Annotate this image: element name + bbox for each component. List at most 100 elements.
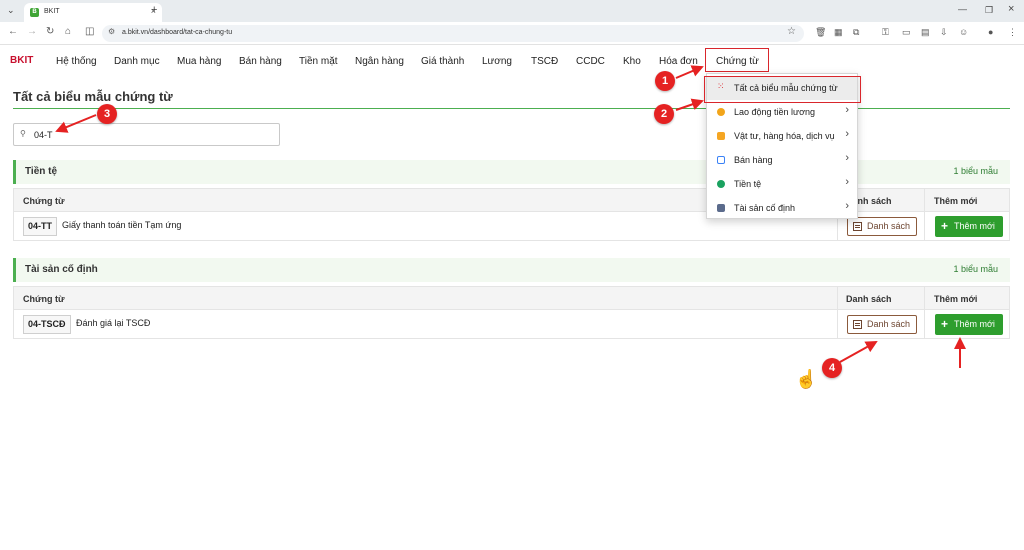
- chevron-right-icon: ›: [845, 152, 849, 164]
- reader-icon[interactable]: ▤: [921, 27, 930, 38]
- menu-item-tai-san-co-dinh[interactable]: Tài sản cố định ›: [707, 196, 857, 220]
- forward-icon[interactable]: →: [27, 26, 37, 37]
- menu-item-tien-te[interactable]: Tiền tệ ›: [707, 172, 857, 196]
- tab-search-icon[interactable]: ⌄: [7, 5, 15, 16]
- profile-icon[interactable]: ☺: [959, 27, 968, 37]
- form-name: Đánh giá lại TSCĐ: [76, 318, 151, 328]
- calendar-icon: [717, 156, 725, 164]
- arrow-4: [839, 341, 878, 363]
- chevron-right-icon: ›: [845, 176, 849, 188]
- box-icon: [717, 132, 725, 140]
- maximize-icon[interactable]: ❐: [985, 5, 993, 16]
- menu-item-lao-dong-tien-luong[interactable]: Lao động tiền lương ›: [707, 100, 857, 124]
- menu-kebab-icon[interactable]: ⋮: [1008, 27, 1017, 38]
- highlight-box-all-forms: [704, 76, 861, 103]
- list-button-label: Danh sách: [867, 221, 911, 231]
- search-icon: ⚲: [20, 129, 26, 138]
- annotation-badge-4: 4: [822, 358, 842, 378]
- close-window-icon[interactable]: ×: [1008, 3, 1014, 15]
- list-button-label: Danh sách: [867, 319, 911, 329]
- column-divider: [837, 310, 838, 338]
- search-input[interactable]: [34, 127, 274, 143]
- nav-mua-hang[interactable]: Mua hàng: [177, 56, 221, 67]
- nav-hoa-don[interactable]: Hóa đơn: [659, 56, 698, 67]
- column-divider: [924, 212, 925, 240]
- back-icon[interactable]: ←: [8, 26, 18, 37]
- top-nav: BKIT Hệ thống Danh mục Mua hàng Bán hàng…: [0, 46, 1024, 76]
- col-header-them-moi: Thêm mới: [934, 196, 978, 206]
- group-title: Tài sản cố định: [25, 264, 98, 275]
- search-box: ⚲: [13, 123, 280, 146]
- menu-item-ban-hang[interactable]: Bán hàng ›: [707, 148, 857, 172]
- nav-ccdc[interactable]: CCDC: [576, 56, 605, 67]
- column-divider: [924, 287, 925, 309]
- menu-item-label: Lao động tiền lương: [734, 107, 815, 117]
- nav-kho[interactable]: Kho: [623, 56, 641, 67]
- list-button[interactable]: Danh sách: [847, 217, 917, 236]
- browser-tab[interactable]: B BKIT ×: [24, 3, 162, 22]
- col-header-danh-sach: Danh sách: [846, 294, 892, 304]
- nav-tien-mat[interactable]: Tiền mặt: [299, 56, 338, 67]
- nav-ban-hang[interactable]: Bán hàng: [239, 56, 282, 67]
- form-name: Giấy thanh toán tiền Tạm ứng: [62, 220, 182, 230]
- trash-icon[interactable]: 🗑: [815, 27, 826, 38]
- list-icon: [853, 222, 862, 231]
- card-icon[interactable]: ▭: [902, 27, 911, 38]
- nav-chung-tu[interactable]: Chứng từ: [705, 48, 769, 72]
- table-row: 04-TT Giấy thanh toán tiền Tạm ứng Danh …: [13, 212, 1010, 241]
- nav-ngan-hang[interactable]: Ngân hàng: [355, 56, 404, 67]
- bookmark-star-icon[interactable]: ☆: [787, 26, 796, 37]
- add-button-label: Thêm mới: [954, 221, 995, 231]
- chevron-right-icon: ›: [845, 128, 849, 140]
- extension-icon[interactable]: ▦: [834, 27, 843, 38]
- table-header: Chứng từ Danh sách Thêm mới: [13, 188, 1010, 212]
- plus-icon: +: [941, 317, 949, 331]
- chevron-right-icon: ›: [845, 104, 849, 116]
- group-count-badge: 1 biểu mẫu: [953, 166, 998, 176]
- hand-cursor-icon: ☝: [795, 369, 818, 389]
- chevron-right-icon: ›: [845, 200, 849, 212]
- brand-logo[interactable]: BKIT: [10, 55, 33, 66]
- add-new-button[interactable]: + Thêm mới: [935, 314, 1003, 335]
- sidebar-icon[interactable]: ◫: [85, 26, 94, 37]
- menu-item-label: Vật tư, hàng hóa, dịch vụ: [734, 131, 835, 141]
- menu-item-label: Tiền tệ: [734, 179, 762, 189]
- column-divider: [837, 287, 838, 309]
- form-code: 04-TSCĐ: [23, 315, 71, 334]
- column-divider: [924, 310, 925, 338]
- nav-he-thong[interactable]: Hệ thống: [56, 56, 97, 67]
- group-header-tien-te: Tiền tệ 1 biểu mẫu: [13, 160, 1010, 184]
- nav-danh-muc[interactable]: Danh mục: [114, 56, 160, 67]
- col-header-them-moi: Thêm mới: [934, 294, 978, 304]
- list-button[interactable]: Danh sách: [847, 315, 917, 334]
- form-code: 04-TT: [23, 217, 58, 236]
- address-bar[interactable]: ⚙ a.bkit.vn/dashboard/tat-ca-chung-tu ☆: [102, 25, 804, 42]
- nav-luong[interactable]: Lương: [482, 56, 512, 67]
- browser-tab-strip: ⌄ B BKIT × + — ❐ ×: [0, 0, 1024, 22]
- home-icon[interactable]: ⌂: [65, 26, 71, 37]
- minimize-icon[interactable]: —: [958, 4, 967, 14]
- group-header-tai-san-co-dinh: Tài sản cố định 1 biểu mẫu: [13, 258, 1010, 282]
- puzzle-icon[interactable]: ⧉: [853, 27, 859, 38]
- nav-tscd[interactable]: TSCĐ: [531, 56, 558, 67]
- reload-icon[interactable]: ↻: [46, 26, 54, 37]
- key-icon[interactable]: ⚿: [882, 27, 889, 38]
- address-toolbar: ⚙ a.bkit.vn/dashboard/tat-ca-chung-tu ☆: [0, 22, 1024, 45]
- column-divider: [924, 189, 925, 211]
- title-divider: [13, 108, 1010, 109]
- menu-item-label: Tài sản cố định: [734, 203, 796, 213]
- building-icon: [717, 204, 725, 212]
- add-button-label: Thêm mới: [954, 319, 995, 329]
- add-new-button[interactable]: + Thêm mới: [935, 216, 1003, 237]
- site-info-icon[interactable]: ⚙: [108, 27, 115, 36]
- coin-icon: [717, 180, 725, 188]
- group-title: Tiền tệ: [25, 166, 58, 177]
- table-header: Chứng từ Danh sách Thêm mới: [13, 286, 1010, 310]
- menu-item-vat-tu-hang-hoa[interactable]: Vật tư, hàng hóa, dịch vụ ›: [707, 124, 857, 148]
- downloads-icon[interactable]: ⇩: [940, 27, 948, 38]
- url-text: a.bkit.vn/dashboard/tat-ca-chung-tu: [122, 29, 233, 36]
- new-tab-icon[interactable]: +: [151, 4, 157, 16]
- nav-gia-thanh[interactable]: Giá thành: [421, 56, 464, 67]
- annotation-badge-3: 3: [97, 104, 117, 124]
- avatar[interactable]: ●: [988, 27, 993, 37]
